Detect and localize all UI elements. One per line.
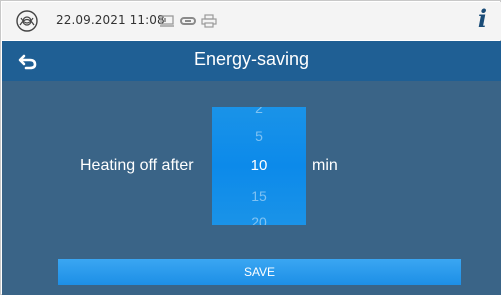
unit-label: min (312, 157, 338, 174)
picker-item[interactable]: 5 (212, 125, 306, 147)
picker-item[interactable]: 2 (212, 107, 306, 119)
screen: 22.09.2021 11:08 i Energy-saving Heating… (0, 0, 501, 295)
link-icon (180, 17, 196, 25)
minutes-picker[interactable]: 2 5 10 15 20 (212, 107, 306, 225)
page-title: Energy-saving (193, 49, 310, 69)
datetime-text: 22.09.2021 11:08 (56, 13, 165, 27)
monitor-icon (160, 15, 174, 27)
picker-item[interactable]: 20 (212, 211, 306, 225)
printer-icon (201, 14, 217, 28)
heating-off-label: Heating off after (80, 157, 194, 174)
content-area: Heating off after 2 5 10 15 20 min SAVE (2, 81, 501, 295)
picker-item[interactable]: 15 (212, 185, 306, 207)
picker-item-selected[interactable]: 10 (212, 155, 306, 177)
save-button[interactable]: SAVE (58, 259, 461, 285)
status-bar: 22.09.2021 11:08 i (2, 2, 501, 40)
info-icon[interactable]: i (478, 4, 487, 33)
logo-icon (16, 10, 38, 32)
title-bar: Energy-saving (2, 41, 501, 81)
